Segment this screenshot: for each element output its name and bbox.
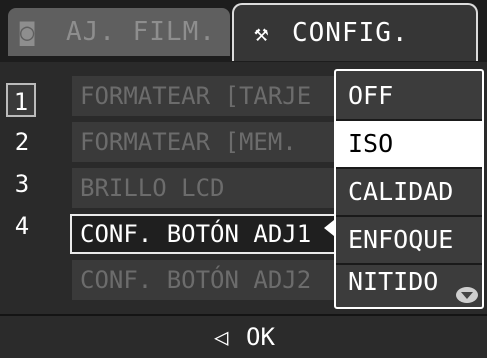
option-off[interactable]: OFF — [336, 73, 482, 119]
list-item-format-card[interactable]: FORMATEAR [TARJE — [72, 76, 336, 116]
list-item-format-memory[interactable]: FORMATEAR [MEM. — [72, 122, 336, 162]
back-arrow-icon: ◁ — [214, 323, 229, 351]
camera-icon: ◙ — [20, 18, 36, 46]
page-number-4[interactable]: 4 — [8, 209, 36, 243]
page-number-3[interactable]: 3 — [8, 167, 36, 201]
adj1-options-dropdown: OFF ISO CALIDAD ENFOQUE NITIDO — [334, 69, 484, 309]
tools-icon: ⚒ — [254, 19, 270, 47]
camera-menu-screen: ◙ AJ. FILM. ⚒ CONFIG. 1 2 3 4 FORMATEAR … — [0, 0, 487, 358]
page-number-column: 1 2 3 4 — [0, 62, 40, 314]
footer-bar: ◁ OK — [0, 314, 487, 358]
tab-aj-film[interactable]: ◙ AJ. FILM. — [8, 8, 230, 56]
tab-config[interactable]: ⚒ CONFIG. — [232, 3, 478, 61]
list-item-adj1-setting[interactable]: CONF. BOTÓN ADJ1 — [70, 214, 338, 254]
tab-bar: ◙ AJ. FILM. ⚒ CONFIG. — [0, 0, 487, 62]
submenu-pointer-icon — [324, 220, 334, 236]
page-number-2[interactable]: 2 — [8, 125, 36, 159]
list-item-adj2-setting[interactable]: CONF. BOTÓN ADJ2 — [72, 260, 336, 300]
option-iso[interactable]: ISO — [336, 121, 482, 167]
option-focus[interactable]: ENFOQUE — [336, 217, 482, 263]
scroll-down-icon[interactable] — [456, 287, 478, 303]
list-item-lcd-brightness[interactable]: BRILLO LCD — [72, 168, 336, 208]
page-number-1[interactable]: 1 — [6, 83, 36, 117]
tab-aj-film-label: AJ. FILM. — [66, 17, 216, 47]
ok-hint: OK — [246, 323, 275, 351]
tab-config-label: CONFIG. — [292, 18, 409, 48]
option-quality[interactable]: CALIDAD — [336, 169, 482, 215]
